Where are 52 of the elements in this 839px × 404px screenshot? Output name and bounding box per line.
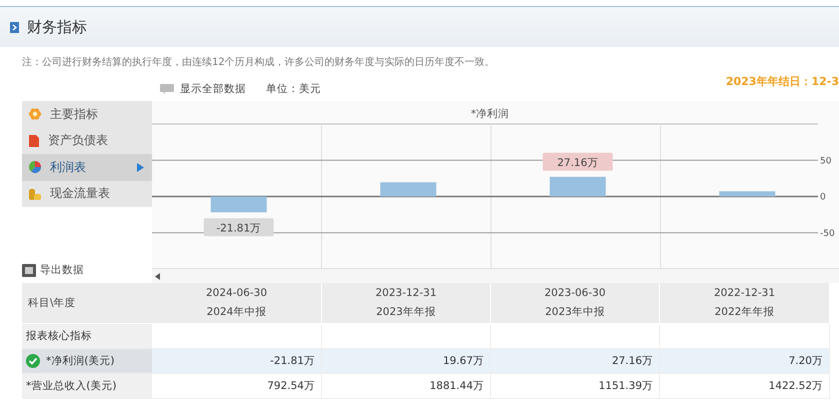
data-label: -21.81万 xyxy=(216,222,262,234)
data-label: 27.16万 xyxy=(557,156,598,169)
export-data-link[interactable]: 导出数据 xyxy=(40,263,84,277)
column-report: 2022年年报 xyxy=(714,305,774,319)
table-cell: 1422.52万 xyxy=(660,374,830,399)
pie-chart-icon xyxy=(28,160,42,174)
unit-label: 单位：美元 xyxy=(266,82,321,96)
axis-label: -50 xyxy=(820,228,835,239)
column-date: 2023-06-30 xyxy=(544,287,606,299)
scroll-left-icon xyxy=(155,272,160,280)
axis-label: 50 xyxy=(820,156,832,166)
column-date: 2022-12-31 xyxy=(714,287,776,299)
axis-label: 0 xyxy=(820,192,826,202)
sidebar-item[interactable]: 利润表 xyxy=(22,154,152,180)
column-report: 2024年中报 xyxy=(206,305,266,319)
scrollbar[interactable] xyxy=(152,268,839,283)
table-cell: 7.20万 xyxy=(660,349,830,374)
value-tooltip: -21.81万 xyxy=(204,218,274,236)
table-cell: 19.67万 xyxy=(322,349,491,374)
chart-title: *净利润 xyxy=(470,108,510,120)
document-icon xyxy=(28,134,40,148)
table-cell: 1151.39万 xyxy=(491,374,660,399)
table-cell: 27.16万 xyxy=(491,349,660,374)
column-report: 2023年年报 xyxy=(376,305,436,319)
flower-icon xyxy=(28,107,42,122)
table-cell: 792.54万 xyxy=(152,374,322,399)
column-date: 2024-06-30 xyxy=(206,287,268,299)
bar xyxy=(380,182,436,196)
arrow-icon xyxy=(137,163,144,172)
column-report: 2023年中报 xyxy=(545,305,605,319)
bar xyxy=(550,176,606,196)
row-label: 报表核心指标 xyxy=(22,324,152,349)
corner-header: 科目\年度 xyxy=(22,283,152,324)
year-end-label: 2023年年结日：12-3 xyxy=(726,74,839,88)
section-title: 财务指标 xyxy=(27,18,87,36)
table-cell: 1881.44万 xyxy=(322,374,491,399)
row-label: *营业总收入(美元) xyxy=(22,374,152,399)
show-all-data-link[interactable]: 显示全部数据 xyxy=(180,82,246,96)
spreadsheet-icon xyxy=(22,264,36,276)
table-cell: -21.81万 xyxy=(152,349,322,374)
chevron-icon xyxy=(10,22,19,32)
note-text: 注：公司进行财务结算的执行年度，由连续12个历月构成，许多公司的财务年度与实际的日历年度不一致。 xyxy=(21,56,496,70)
row-label: *净利润(美元) xyxy=(22,349,152,374)
column-date: 2023-12-31 xyxy=(375,287,437,299)
sidebar-item[interactable]: 现金流量表 xyxy=(22,180,152,207)
comment-icon xyxy=(160,84,174,94)
sidebar-item[interactable]: 资产负债表 xyxy=(22,128,152,154)
bar xyxy=(719,191,776,196)
bar xyxy=(210,196,267,212)
value-tooltip: 27.16万 xyxy=(542,152,613,171)
sidebar-item[interactable]: 主要指标 xyxy=(22,101,152,128)
coins-icon xyxy=(28,186,42,201)
